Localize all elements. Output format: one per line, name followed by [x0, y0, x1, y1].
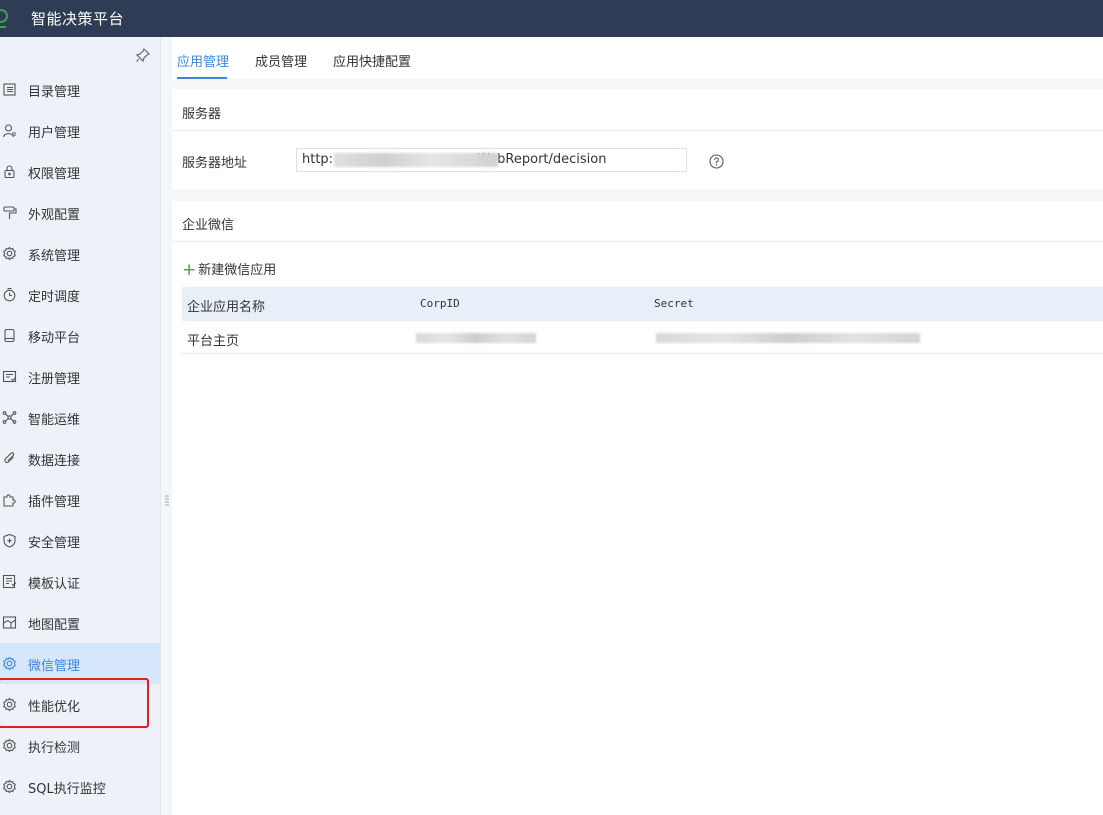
- sidebar-item-label: 外观配置: [28, 208, 81, 223]
- main-content: 应用管理 成员管理 应用快捷配置 服务器 服务器地址 http: WebRepor…: [160, 37, 1103, 815]
- gear-icon: [2, 246, 17, 261]
- template-icon: [2, 574, 17, 589]
- sidebar: 目录管理用户管理权限管理外观配置系统管理定时调度移动平台注册管理智能运维数据连接…: [0, 37, 161, 815]
- server-section-title: 服务器: [182, 107, 222, 122]
- gear-icon: [2, 656, 17, 671]
- sidebar-item-label: 数据连接: [28, 454, 81, 469]
- sidebar-item-7[interactable]: 注册管理: [0, 356, 160, 397]
- sidebar-item-label: 执行检测: [28, 741, 81, 756]
- sidebar-item-10[interactable]: 插件管理: [0, 479, 160, 520]
- tab-app-shortcut-config[interactable]: 应用快捷配置: [333, 51, 411, 70]
- register-icon: [2, 369, 17, 384]
- wechat-panel: 企业微信 + 新建微信应用 企业应用名称 CorpID Secret 平台主页: [172, 201, 1103, 815]
- sidebar-item-11[interactable]: 安全管理: [0, 520, 160, 561]
- sidebar-item-16[interactable]: 执行检测: [0, 725, 160, 766]
- paint-roller-icon: [2, 205, 17, 220]
- logo-icon: [0, 9, 8, 23]
- sidebar-item-label: 插件管理: [28, 495, 81, 510]
- pin-icon[interactable]: [135, 47, 151, 63]
- app-title: 智能决策平台: [31, 10, 125, 28]
- redacted-host: [334, 153, 498, 167]
- map-icon: [2, 615, 17, 630]
- sidebar-item-label: 智能运维: [28, 413, 81, 428]
- sidebar-item-label: 性能优化: [28, 700, 81, 715]
- server-panel: 服务器 服务器地址: [172, 89, 1103, 190]
- plus-icon: +: [182, 260, 197, 280]
- shield-icon: [2, 533, 17, 548]
- server-address-label: 服务器地址: [182, 156, 248, 171]
- puzzle-icon: [2, 492, 17, 507]
- paperclip-icon: [2, 451, 17, 466]
- tab-member-management[interactable]: 成员管理: [255, 51, 307, 70]
- sidebar-item-label: 权限管理: [28, 167, 81, 182]
- sidebar-item-label: 微信管理: [28, 659, 81, 674]
- sidebar-item-label: 注册管理: [28, 372, 81, 387]
- sidebar-item-label: 系统管理: [28, 249, 81, 264]
- sidebar-item-9[interactable]: 数据连接: [0, 438, 160, 479]
- sidebar-item-1[interactable]: 用户管理: [0, 110, 160, 151]
- sidebar-item-0[interactable]: 目录管理: [0, 69, 160, 110]
- gear-icon: [2, 779, 17, 794]
- sidebar-item-label: 安全管理: [28, 536, 81, 551]
- add-wechat-app-button[interactable]: + 新建微信应用: [182, 259, 276, 280]
- sidebar-item-label: 地图配置: [28, 618, 81, 633]
- sidebar-item-4[interactable]: 系统管理: [0, 233, 160, 274]
- timer-icon: [2, 287, 17, 302]
- top-bar: 智能决策平台: [0, 0, 1103, 37]
- active-tab-indicator: [177, 77, 227, 79]
- sidebar-item-label: 模板认证: [28, 577, 81, 592]
- sidebar-item-label: 用户管理: [28, 126, 81, 141]
- sidebar-item-17[interactable]: SQL执行监控: [0, 766, 160, 807]
- list-icon: [2, 82, 17, 97]
- redacted-corpid: [416, 333, 536, 343]
- lock-icon: [2, 164, 17, 179]
- sidebar-item-15[interactable]: 性能优化: [0, 684, 160, 725]
- sidebar-item-13[interactable]: 地图配置: [0, 602, 160, 643]
- user-icon: [2, 123, 17, 138]
- column-header-corpid: CorpID: [420, 297, 460, 310]
- help-icon[interactable]: [709, 154, 724, 169]
- network-icon: [2, 410, 17, 425]
- table-row[interactable]: 平台主页: [182, 321, 1103, 354]
- tab-bar: 应用管理 成员管理 应用快捷配置: [172, 37, 1103, 79]
- redacted-secret: [656, 333, 920, 343]
- table-header: 企业应用名称 CorpID Secret: [182, 287, 1103, 321]
- wechat-app-table: 企业应用名称 CorpID Secret 平台主页: [182, 287, 1103, 354]
- column-header-app-name: 企业应用名称: [187, 300, 266, 315]
- sidebar-item-14[interactable]: 微信管理: [0, 643, 160, 684]
- sidebar-item-5[interactable]: 定时调度: [0, 274, 160, 315]
- sidebar-item-label: SQL执行监控: [28, 782, 106, 797]
- gear-icon: [2, 697, 17, 712]
- sidebar-item-3[interactable]: 外观配置: [0, 192, 160, 233]
- sidebar-item-label: 目录管理: [28, 85, 81, 100]
- sidebar-item-label: 定时调度: [28, 290, 81, 305]
- tab-app-management[interactable]: 应用管理: [177, 51, 229, 70]
- app-name-cell: 平台主页: [187, 334, 240, 349]
- column-header-secret: Secret: [654, 297, 694, 310]
- sidebar-item-8[interactable]: 智能运维: [0, 397, 160, 438]
- gear-icon: [2, 738, 17, 753]
- sidebar-item-6[interactable]: 移动平台: [0, 315, 160, 356]
- sidebar-item-12[interactable]: 模板认证: [0, 561, 160, 602]
- mobile-icon: [2, 328, 17, 343]
- sidebar-item-2[interactable]: 权限管理: [0, 151, 160, 192]
- sidebar-item-label: 移动平台: [28, 331, 81, 346]
- wechat-section-title: 企业微信: [182, 218, 235, 233]
